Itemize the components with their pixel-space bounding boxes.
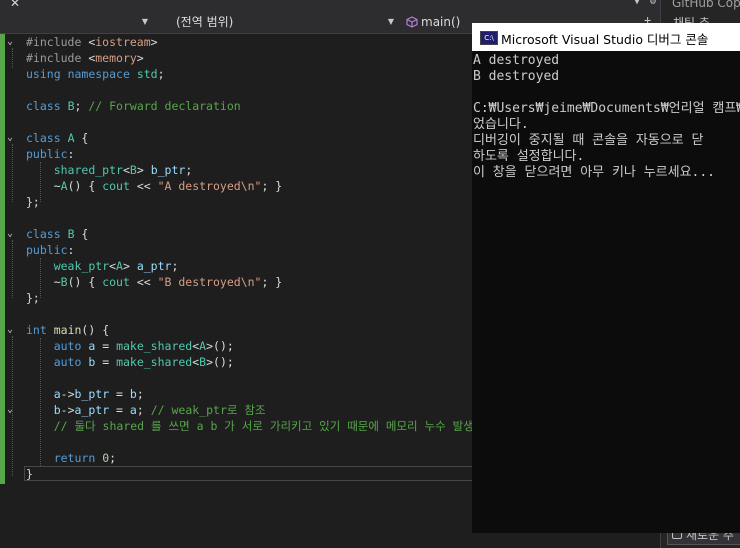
code-line: };: [26, 291, 40, 305]
console-title-bar[interactable]: C:\ Microsoft Visual Studio 디버그 콘솔: [472, 23, 740, 51]
console-output: A destroyed B destroyed C:₩Users₩jeime₩D…: [473, 53, 740, 181]
console-line: 하도록 설정합니다.: [473, 149, 585, 164]
code-line: int main() {: [26, 323, 110, 337]
code-line: #include <memory>: [26, 51, 144, 65]
gear-icon[interactable]: ⚙: [650, 0, 656, 7]
code-line: class A {: [26, 131, 89, 145]
chevron-down-icon[interactable]: ▼: [634, 0, 640, 7]
code-line: ~A() { cout << "A destroyed\n"; }: [26, 179, 283, 193]
code-line: public:: [26, 147, 75, 161]
scope-dropdown-value: (전역 범위): [176, 15, 234, 29]
console-title: Microsoft Visual Studio 디버그 콘솔: [501, 32, 709, 47]
tab-strip: [0, 0, 660, 11]
console-line: A destroyed: [473, 53, 560, 68]
indent-guide: [12, 48, 13, 68]
code-line: using namespace std;: [26, 67, 165, 81]
code-line: auto b = make_shared<B>();: [53, 355, 234, 369]
console-line: 이 창을 닫으려면 아무 키나 누르세요...: [473, 165, 716, 180]
code-line: weak_ptr<A> a_ptr;: [53, 259, 179, 273]
close-icon[interactable]: ✕: [10, 0, 20, 10]
chevron-down-icon: ▼: [141, 17, 148, 26]
code-line: return 0;: [53, 451, 117, 465]
scope-dropdown[interactable]: (전역 범위) ▼: [156, 13, 398, 31]
console-line: C:₩Users₩jeime₩Documents₩언리얼 캠프₩: [473, 101, 740, 116]
project-dropdown[interactable]: ▼: [0, 13, 152, 31]
copilot-panel-title: GitHub Copilot: [672, 0, 740, 10]
code-line: class B; // Forward declaration: [26, 99, 241, 113]
code-line: }: [26, 467, 33, 481]
code-line: #include <iostream>: [26, 35, 158, 49]
console-app-icon: C:\: [480, 31, 498, 45]
code-line: auto a = make_shared<A>();: [53, 339, 234, 353]
console-line: 디버깅이 중지될 때 콘솔을 자동으로 닫: [473, 133, 704, 148]
code-line: class B {: [26, 227, 89, 241]
code-line: // 둘다 shared 를 쓰면 a b 가 서로 가리키고 있기 때문에 메…: [53, 419, 474, 433]
code-line: b->a_ptr = a; // weak_ptr로 참조: [53, 403, 266, 417]
cube-icon: [406, 16, 418, 28]
indent-guide: [12, 336, 13, 476]
indent-guide: [12, 240, 13, 298]
change-indicator-bar: [0, 34, 5, 484]
debug-console-window[interactable]: C:\ Microsoft Visual Studio 디버그 콘솔 A des…: [472, 23, 740, 533]
member-dropdown-value: main(): [421, 15, 461, 29]
horizontal-scrollbar[interactable]: [0, 542, 660, 548]
console-line: B destroyed: [473, 69, 560, 84]
code-line: shared_ptr<B> b_ptr;: [53, 163, 193, 177]
code-line: ~B() { cout << "B destroyed\n"; }: [26, 275, 283, 289]
chevron-down-icon: ▼: [387, 17, 394, 26]
code-line: a->b_ptr = b;: [53, 387, 144, 401]
indent-guide: [12, 144, 13, 202]
code-line: public:: [26, 243, 75, 257]
console-line: 었습니다.: [473, 117, 529, 132]
code-line: };: [26, 195, 40, 209]
